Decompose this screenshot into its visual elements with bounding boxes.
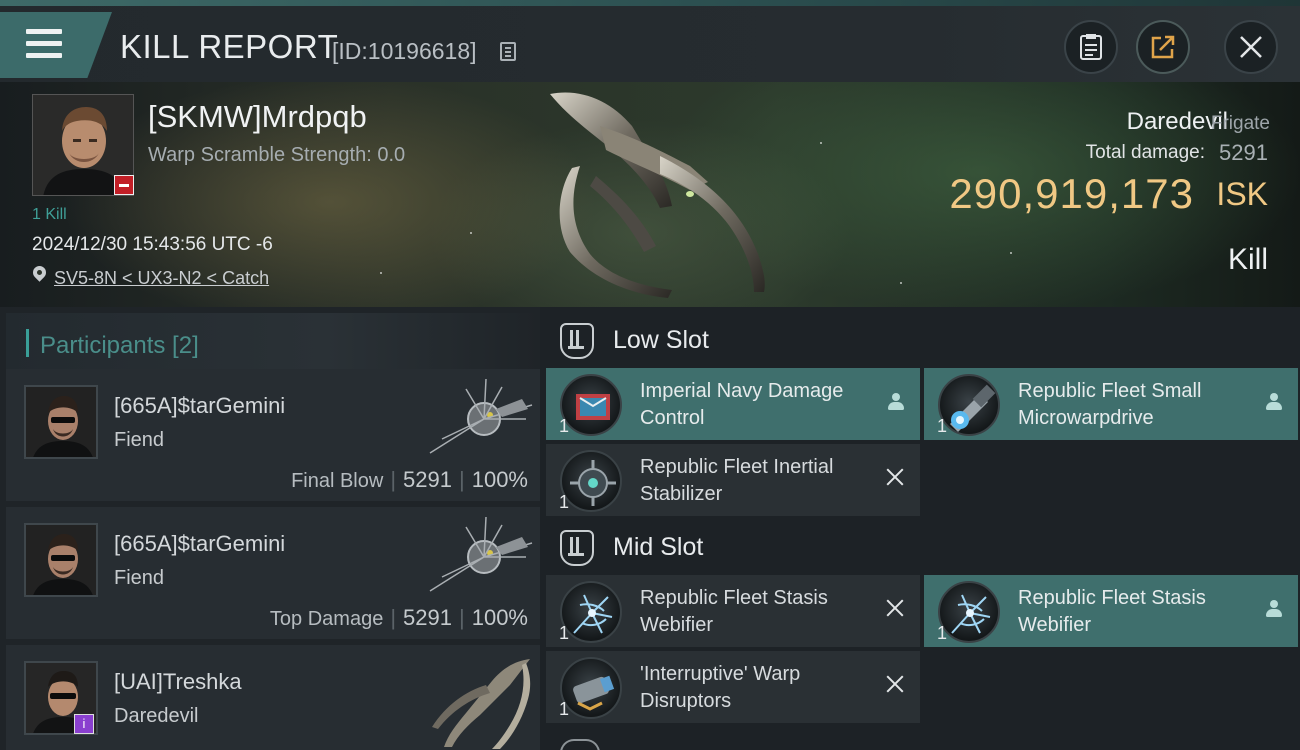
module-name: 'Interruptive' Warp Disruptors (640, 663, 801, 712)
mid-slot-header: Mid Slot (560, 528, 960, 568)
victim-name[interactable]: [SKMW]Mrdpqb (148, 99, 367, 135)
final-blow-label: Final Blow (291, 470, 384, 492)
module-quantity: 1 (559, 699, 570, 719)
participant-ship: Daredevil (114, 705, 199, 727)
person-icon (888, 393, 904, 411)
participant-percent: 100% (471, 467, 528, 492)
participant-row[interactable]: i [UAI]Treshka Daredevil (6, 645, 540, 750)
participant-name[interactable]: [665A]$tarGemini (114, 393, 285, 419)
menu-button[interactable] (0, 12, 112, 78)
slot-icon (560, 530, 594, 566)
module-name: Republic Fleet Stasis Webifier (640, 587, 828, 636)
participant-damage: 5291 (403, 605, 452, 630)
damage-control-icon (560, 374, 622, 436)
top-damage-label: Top Damage (269, 608, 384, 630)
module-item[interactable]: 1 Republic Fleet Stasis Webifier (546, 575, 920, 647)
microwarpdrive-icon (938, 374, 1000, 436)
participant-stats: Final Blow | 5291 | 100% (291, 467, 528, 492)
header-bar: KILL REPORT [ID:10196618] (0, 6, 1300, 82)
module-quantity: 1 (559, 623, 570, 643)
stasis-webifier-icon (560, 581, 622, 643)
copy-icon[interactable] (500, 42, 516, 61)
participant-row[interactable]: [665A]$tarGemini Fiend Top Damage | 5291 | 1… (6, 507, 540, 639)
inertial-stabilizer-icon (560, 450, 622, 512)
participants-title: Participants [2] (40, 332, 199, 359)
share-button[interactable] (1136, 20, 1190, 74)
avatar (26, 387, 96, 457)
module-item[interactable]: 1 Republic Fleet Stasis Webifier (924, 575, 1298, 647)
participant-ship: Fiend (114, 567, 165, 589)
module-quantity: 1 (559, 416, 570, 436)
person-icon (1266, 600, 1282, 618)
participant-ship-image (432, 659, 531, 749)
person-icon (1266, 393, 1282, 411)
participant-name[interactable]: [665A]$tarGemini (114, 531, 285, 557)
low-slot-title: Low Slot (613, 326, 709, 354)
warp-scramble-strength: Warp Scramble Strength: 0.0 (148, 144, 406, 166)
victim-banner: [SKMW]Mrdpqb Warp Scramble Strength: 0.0… (0, 82, 1300, 307)
location-pin-icon (30, 263, 49, 282)
participant-ship-image (429, 517, 533, 592)
x-icon (884, 673, 906, 695)
isk-unit: ISK (1216, 176, 1268, 212)
warp-disruptor-icon (560, 657, 622, 719)
participant-ship: Fiend (114, 429, 165, 451)
kill-report-screen: { "header": { "title": "KILL REPORT", "r… (0, 0, 1300, 750)
participant-percent: 100% (471, 605, 528, 630)
victim-ship-class: Frigate (1210, 113, 1270, 134)
stasis-webifier-icon (938, 581, 1000, 643)
module-quantity: 1 (937, 416, 948, 436)
module-quantity: 1 (937, 623, 948, 643)
module-item[interactable]: 1 'Interruptive' Warp Disruptors (546, 651, 920, 723)
corp-badge: i (74, 714, 94, 734)
total-damage-value: 5291 (1219, 140, 1268, 165)
next-slot-icon (560, 739, 600, 750)
isk-value: 290,919,173 (949, 170, 1194, 217)
report-id: [ID:10196618] (332, 38, 477, 64)
participant-stats: Top Damage | 5291 | 100% (269, 605, 528, 630)
module-name: Republic Fleet Stasis Webifier (1018, 587, 1206, 636)
total-damage-label: Total damage: (1085, 142, 1205, 163)
share-icon (1151, 35, 1175, 59)
x-icon (884, 466, 906, 488)
close-button[interactable] (1224, 20, 1278, 74)
module-item[interactable]: 1 Republic Fleet Inertial Stabilizer (546, 444, 920, 516)
participant-ship-image (429, 379, 533, 454)
module-name: Republic Fleet Small Microwarpdrive (1018, 380, 1202, 429)
participant-row[interactable]: [665A]$tarGemini Fiend Final Blow | 5291 | 1… (6, 369, 540, 501)
clipboard-icon (1080, 34, 1102, 60)
participants-header: Participants [2] (6, 313, 540, 371)
victim-ship-image (550, 92, 765, 298)
kill-result: Kill (1227, 243, 1268, 276)
mid-slot-title: Mid Slot (613, 533, 704, 561)
module-name: Republic Fleet Inertial Stabilizer (640, 456, 834, 505)
module-name: Imperial Navy Damage Control (640, 380, 844, 429)
kill-location-link[interactable]: SV5-8N < UX3-N2 < Catch (54, 268, 269, 289)
participant-name[interactable]: [UAI]Treshka (114, 669, 242, 695)
page-title: KILL REPORT (120, 28, 339, 65)
close-icon (1240, 36, 1262, 58)
participant-portrait[interactable] (24, 385, 98, 459)
header-mark (26, 329, 29, 357)
avatar (26, 525, 96, 595)
kill-datetime: 2024/12/30 15:43:56 UTC -6 (32, 234, 273, 255)
participant-damage: 5291 (403, 467, 452, 492)
participant-portrait[interactable] (24, 523, 98, 597)
low-slot-header: Low Slot (560, 321, 960, 361)
victim-status-badge (114, 175, 134, 195)
clipboard-button[interactable] (1064, 20, 1118, 74)
x-icon (884, 597, 906, 619)
slot-icon (560, 323, 594, 359)
module-item[interactable]: 1 Imperial Navy Damage Control (546, 368, 920, 440)
module-quantity: 1 (559, 492, 570, 512)
kill-count: 1 Kill (32, 206, 67, 223)
fitting-panel: Low Slot 1 Imperial Navy Damage Control … (540, 307, 1300, 750)
module-item[interactable]: 1 Republic Fleet Small Microwarpdrive (924, 368, 1298, 440)
participants-panel: Participants [2] [665A]$tarGemini Fiend … (0, 307, 540, 750)
